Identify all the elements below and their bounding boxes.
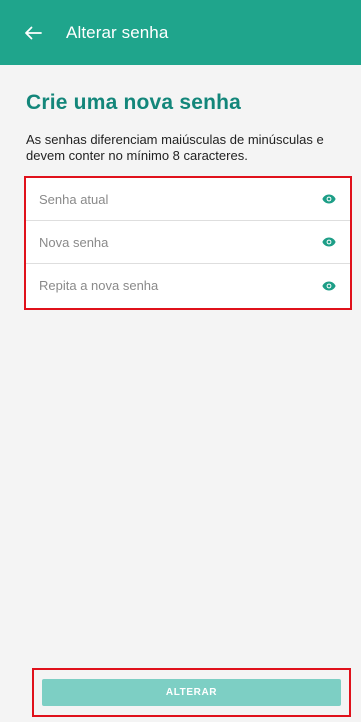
new-password-input[interactable]: [39, 234, 289, 250]
eye-icon[interactable]: [320, 233, 338, 251]
app-bar-title: Alterar senha: [66, 22, 169, 42]
current-password-row: [26, 178, 350, 221]
password-fields-group: [24, 176, 352, 310]
current-password-input[interactable]: [39, 191, 289, 207]
submit-area: ALTERAR: [32, 668, 351, 717]
eye-icon[interactable]: [320, 190, 338, 208]
arrow-left-icon[interactable]: [22, 22, 44, 44]
alterar-button[interactable]: ALTERAR: [42, 679, 341, 706]
repeat-new-password-input[interactable]: [39, 278, 289, 293]
repeat-password-row: [26, 264, 350, 307]
app-bar: Alterar senha: [0, 0, 361, 65]
page-title: Crie uma nova senha: [26, 91, 242, 114]
eye-icon[interactable]: [320, 277, 338, 295]
new-password-row: [26, 221, 350, 264]
password-rules-description: As senhas diferenciam maiúsculas de minú…: [26, 132, 324, 163]
